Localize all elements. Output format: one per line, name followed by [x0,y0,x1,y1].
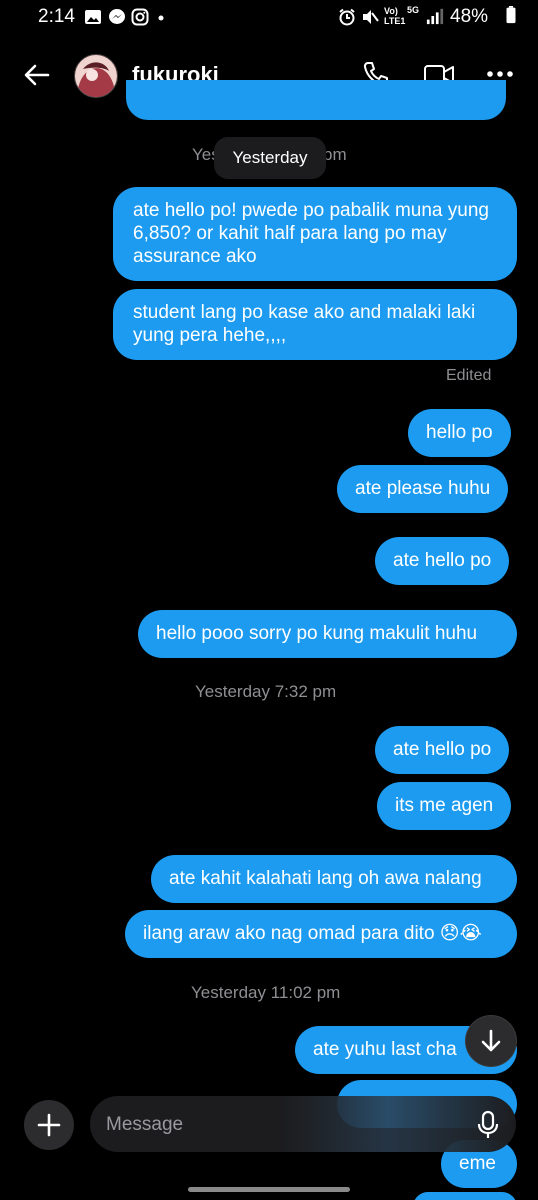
network-type: 5G [407,5,420,15]
home-indicator [188,1187,350,1192]
volte-text: Vo) [384,6,398,16]
message-bubble[interactable]: ate please huhu [337,465,509,513]
avatar[interactable] [74,54,118,98]
date-pill: Yesterday [214,137,326,179]
messenger-icon [109,9,125,24]
scroll-to-bottom-button[interactable] [466,1016,516,1066]
message-bubble[interactable]: its me agen [377,782,512,830]
microphone-icon[interactable] [474,1110,502,1140]
timestamp-partial-right: pm [323,145,347,164]
instagram-icon [131,8,149,26]
message-bubble[interactable]: ate hello po! pwede po pabalik muna yung… [113,187,517,281]
timestamp: Yesterday 11:02 pm [191,983,341,1002]
message-bubble[interactable]: ilang araw ako nag omad para dito 😞😭 [125,910,517,958]
signal-icon [426,8,444,25]
message-bubble[interactable]: hello po [408,409,511,457]
timestamp: Yesterday 7:32 pm [195,682,337,701]
message-bubble[interactable]: student lang po kase ako and malaki laki… [113,289,517,360]
add-button[interactable] [24,1100,74,1150]
dm-screen: 2:14 Vo) LTE1 5G 48% fukuroki Yes pm Yes… [0,0,538,1200]
edited-label: Edited [446,367,492,384]
arrow-down-icon [481,1029,501,1052]
battery-icon [506,6,516,24]
back-arrow-icon[interactable] [22,60,52,90]
message-bubble[interactable]: hello pooo sorry po kung makulit huhu [138,610,517,658]
message-bubble-partial[interactable] [413,1192,517,1200]
message-bubble[interactable]: ate hello po [375,537,510,585]
plus-icon [37,1113,61,1137]
gallery-icon [85,10,101,24]
message-bubble-partial[interactable] [126,80,506,120]
status-time: 2:14 [38,6,75,27]
message-composer [90,1096,516,1152]
alarm-icon [339,8,355,26]
avatar-image [75,55,117,97]
more-dots-icon[interactable] [486,70,514,78]
battery-percent: 48% [450,6,489,27]
dot-icon [158,15,164,21]
message-bubble[interactable]: ate kahit kalahati lang oh awa nalang [151,855,517,903]
mute-icon [363,10,379,24]
lte-text: LTE1 [384,16,406,26]
volte-label: Vo) LTE1 [384,6,406,26]
message-input[interactable] [104,1108,448,1142]
status-bar: 2:14 Vo) LTE1 5G 48% [0,0,538,34]
message-bubble[interactable]: ate hello po [375,726,510,774]
